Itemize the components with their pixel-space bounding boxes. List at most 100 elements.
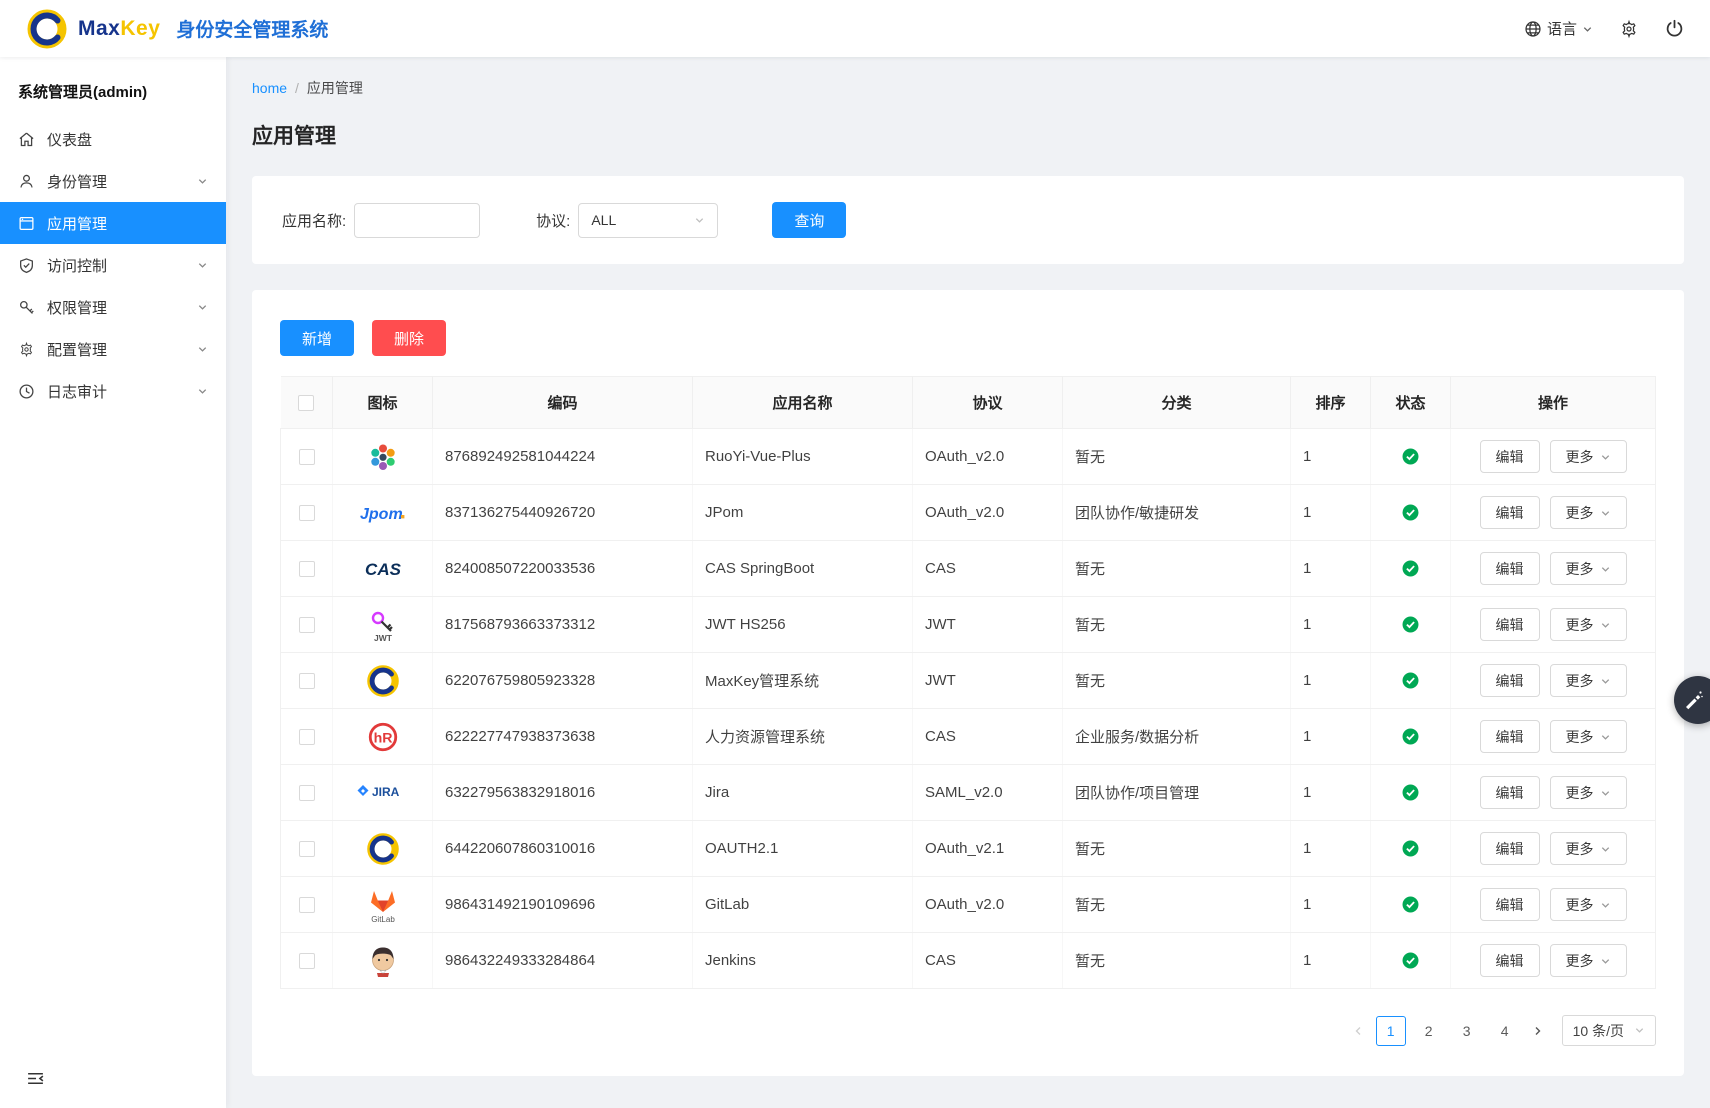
svg-text:Jpom: Jpom xyxy=(360,506,403,523)
row-checkbox[interactable] xyxy=(299,785,315,801)
sidebar-item-apps[interactable]: 应用管理 xyxy=(0,202,226,244)
jenkins-icon xyxy=(367,943,399,979)
more-button[interactable]: 更多 xyxy=(1550,608,1627,641)
sidebar-item-label: 日志审计 xyxy=(47,381,107,402)
status-enabled-icon xyxy=(1402,952,1419,969)
row-checkbox[interactable] xyxy=(299,953,315,969)
row-checkbox[interactable] xyxy=(299,729,315,745)
collapse-sidebar-icon[interactable] xyxy=(26,1069,45,1088)
page-button-1[interactable]: 1 xyxy=(1376,1016,1406,1046)
hr-icon: hR xyxy=(366,720,400,754)
more-button[interactable]: 更多 xyxy=(1550,776,1627,809)
breadcrumb-home-link[interactable]: home xyxy=(252,80,287,96)
more-button[interactable]: 更多 xyxy=(1550,440,1627,473)
edit-button[interactable]: 编辑 xyxy=(1480,664,1540,697)
edit-button[interactable]: 编辑 xyxy=(1480,720,1540,753)
more-button[interactable]: 更多 xyxy=(1550,832,1627,865)
sidebar-item-identity[interactable]: 身份管理 xyxy=(0,160,226,202)
ruoyi-icon xyxy=(365,439,401,475)
previous-page-icon[interactable] xyxy=(1348,1021,1368,1041)
row-checkbox[interactable] xyxy=(299,617,315,633)
jira-icon: JIRA xyxy=(355,782,411,804)
more-button[interactable]: 更多 xyxy=(1550,944,1627,977)
page-button-4[interactable]: 4 xyxy=(1490,1016,1520,1046)
sidebar-item-audit-log[interactable]: 日志审计 xyxy=(0,370,226,412)
edit-button[interactable]: 编辑 xyxy=(1480,496,1540,529)
status-enabled-icon xyxy=(1402,448,1419,465)
app-title: 身份安全管理系统 xyxy=(176,15,328,42)
select-all-checkbox[interactable] xyxy=(298,395,314,411)
page-button-2[interactable]: 2 xyxy=(1414,1016,1444,1046)
gear-icon xyxy=(18,341,35,358)
delete-button[interactable]: 删除 xyxy=(372,320,446,356)
brand: MaxKey 身份安全管理系统 xyxy=(26,8,328,50)
row-checkbox[interactable] xyxy=(299,449,315,465)
app-sort: 1 xyxy=(1291,541,1371,597)
app-category: 暂无 xyxy=(1063,821,1291,877)
app-category: 企业服务/数据分析 xyxy=(1063,709,1291,765)
page-size-select[interactable]: 10 条/页 xyxy=(1562,1015,1656,1046)
chevron-down-icon xyxy=(197,260,208,271)
edit-button[interactable]: 编辑 xyxy=(1480,776,1540,809)
app-category: 暂无 xyxy=(1063,653,1291,709)
add-button[interactable]: 新增 xyxy=(280,320,354,356)
chevron-down-icon xyxy=(1600,564,1611,575)
app-code: 622227747938373638 xyxy=(433,709,693,765)
row-checkbox[interactable] xyxy=(299,505,315,521)
key-icon xyxy=(18,299,35,316)
sidebar-item-access-control[interactable]: 访问控制 xyxy=(0,244,226,286)
app-protocol: CAS xyxy=(913,541,1063,597)
status-enabled-icon xyxy=(1402,728,1419,745)
language-selector[interactable]: 语言 xyxy=(1524,18,1593,39)
edit-button[interactable]: 编辑 xyxy=(1480,888,1540,921)
sidebar-item-dashboard[interactable]: 仪表盘 xyxy=(0,118,226,160)
status-enabled-icon xyxy=(1402,560,1419,577)
app-name: GitLab xyxy=(693,877,913,933)
more-button[interactable]: 更多 xyxy=(1550,664,1627,697)
row-checkbox[interactable] xyxy=(299,561,315,577)
logout-power-icon[interactable] xyxy=(1665,19,1684,38)
edit-button[interactable]: 编辑 xyxy=(1480,608,1540,641)
svg-text:hR: hR xyxy=(373,730,392,746)
globe-icon xyxy=(1524,20,1542,38)
settings-gear-icon[interactable] xyxy=(1619,19,1639,39)
sidebar-item-label: 应用管理 xyxy=(47,213,107,234)
more-button[interactable]: 更多 xyxy=(1550,888,1627,921)
app-category: 暂无 xyxy=(1063,933,1291,989)
row-checkbox[interactable] xyxy=(299,841,315,857)
sidebar: 系统管理员(admin) 仪表盘身份管理应用管理访问控制权限管理配置管理日志审计 xyxy=(0,57,226,1108)
chevron-down-icon xyxy=(1600,900,1611,911)
chevron-down-icon xyxy=(197,386,208,397)
chevron-down-icon xyxy=(1600,956,1611,967)
page-button-3[interactable]: 3 xyxy=(1452,1016,1482,1046)
app-code: 632279563832918016 xyxy=(433,765,693,821)
brand-key: Key xyxy=(120,17,160,40)
app-sort: 1 xyxy=(1291,765,1371,821)
row-checkbox[interactable] xyxy=(299,897,315,913)
more-button[interactable]: 更多 xyxy=(1550,720,1627,753)
next-page-icon[interactable] xyxy=(1528,1021,1548,1041)
sidebar-item-configuration[interactable]: 配置管理 xyxy=(0,328,226,370)
more-button[interactable]: 更多 xyxy=(1550,496,1627,529)
app-code: 986432249333284864 xyxy=(433,933,693,989)
protocol-select-value: ALL xyxy=(591,212,616,228)
app-protocol: CAS xyxy=(913,709,1063,765)
app-name-input[interactable] xyxy=(354,203,480,238)
search-button[interactable]: 查询 xyxy=(772,202,846,238)
cas-icon: CAS xyxy=(359,557,407,581)
row-checkbox[interactable] xyxy=(299,673,315,689)
edit-button[interactable]: 编辑 xyxy=(1480,944,1540,977)
chevron-down-icon xyxy=(1600,508,1611,519)
status-enabled-icon xyxy=(1402,504,1419,521)
protocol-select[interactable]: ALL xyxy=(578,203,718,238)
more-button[interactable]: 更多 xyxy=(1550,552,1627,585)
edit-button[interactable]: 编辑 xyxy=(1480,440,1540,473)
edit-button[interactable]: 编辑 xyxy=(1480,552,1540,585)
edit-button[interactable]: 编辑 xyxy=(1480,832,1540,865)
table-row: Jpom837136275440926720JPomOAuth_v2.0团队协作… xyxy=(281,485,1656,541)
column-header: 分类 xyxy=(1063,377,1291,429)
sidebar-item-permissions[interactable]: 权限管理 xyxy=(0,286,226,328)
status-enabled-icon xyxy=(1402,896,1419,913)
chevron-down-icon xyxy=(1600,452,1611,463)
app-code: 986431492190109696 xyxy=(433,877,693,933)
